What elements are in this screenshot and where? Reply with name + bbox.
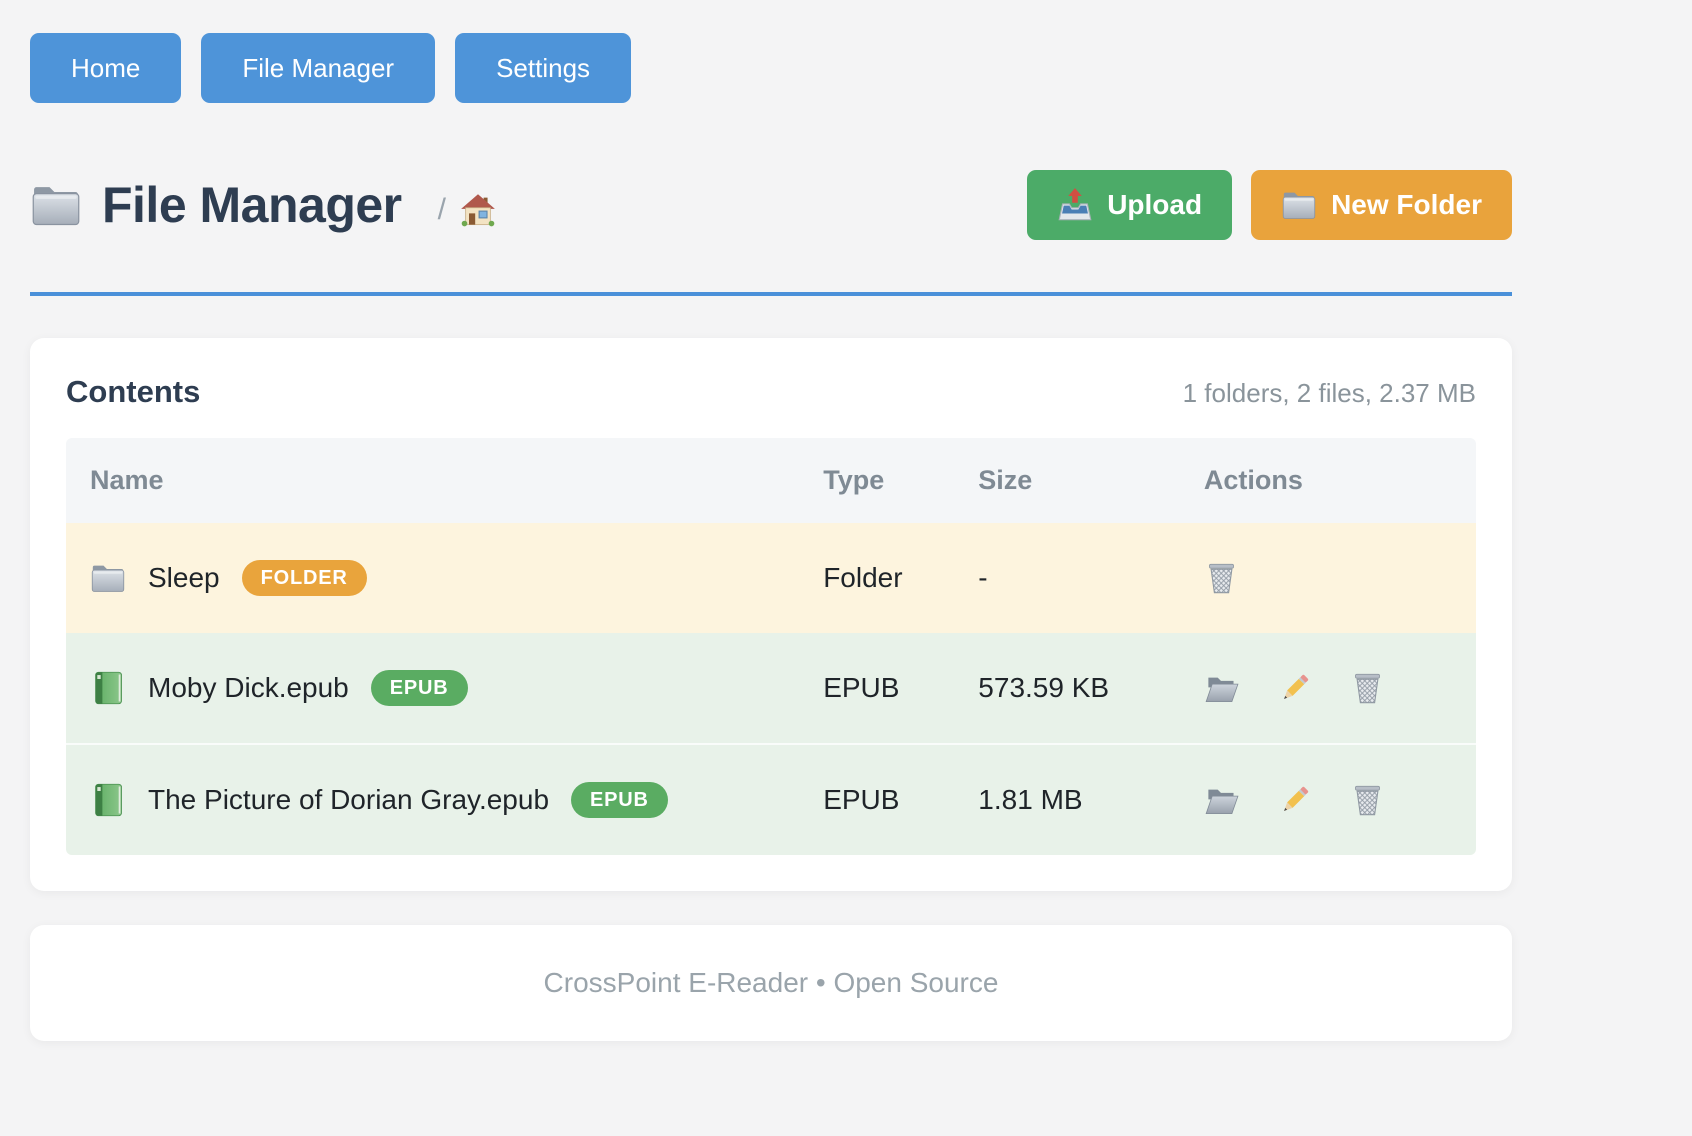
pencil-icon[interactable] <box>1277 783 1312 818</box>
column-header-size: Size <box>954 438 1180 523</box>
book-icon <box>90 782 126 818</box>
file-type: Folder <box>799 523 954 633</box>
folder-icon <box>1281 187 1317 223</box>
file-size: - <box>954 523 1180 633</box>
house-icon[interactable] <box>460 192 496 228</box>
file-size: 1.81 MB <box>954 744 1180 855</box>
breadcrumb-separator: / <box>438 183 446 227</box>
contents-card-header: Contents 1 folders, 2 files, 2.37 MB <box>66 374 1476 410</box>
upload-button[interactable]: Upload <box>1027 170 1232 240</box>
open-folder-icon[interactable] <box>1204 671 1239 706</box>
file-name[interactable]: Moby Dick.epub <box>148 672 349 704</box>
epub-badge: EPUB <box>371 670 468 706</box>
table-row-dorian-gray[interactable]: The Picture of Dorian Gray.epub EPUB EPU… <box>66 744 1476 855</box>
page-title: File Manager <box>102 176 402 234</box>
column-header-name: Name <box>66 438 799 523</box>
file-type: EPUB <box>799 633 954 744</box>
contents-summary: 1 folders, 2 files, 2.37 MB <box>1183 378 1476 409</box>
new-folder-button-label: New Folder <box>1331 189 1482 221</box>
footer-text: CrossPoint E-Reader • Open Source <box>544 967 999 999</box>
new-folder-button[interactable]: New Folder <box>1251 170 1512 240</box>
contents-card: Contents 1 folders, 2 files, 2.37 MB Nam… <box>30 338 1512 891</box>
column-header-type: Type <box>799 438 954 523</box>
folder-icon <box>90 560 126 596</box>
trash-icon[interactable] <box>1204 561 1239 596</box>
header-actions: Upload New Folder <box>1027 170 1512 240</box>
page-container: Home File Manager Settings File Manager … <box>30 0 1512 1041</box>
table-row-folder-sleep[interactable]: Sleep FOLDER Folder - <box>66 523 1476 633</box>
pencil-icon[interactable] <box>1277 671 1312 706</box>
upload-tray-icon <box>1057 187 1093 223</box>
footer-card: CrossPoint E-Reader • Open Source <box>30 925 1512 1041</box>
file-table: Name Type Size Actions Sleep FOLDER <box>66 438 1476 855</box>
file-size: 573.59 KB <box>954 633 1180 744</box>
nav-button-settings[interactable]: Settings <box>455 33 631 103</box>
title-group: File Manager / <box>30 176 496 234</box>
table-row-moby-dick[interactable]: Moby Dick.epub EPUB EPUB 573.59 KB <box>66 633 1476 744</box>
book-icon <box>90 670 126 706</box>
contents-title: Contents <box>66 374 200 410</box>
epub-badge: EPUB <box>571 782 668 818</box>
nav-button-home[interactable]: Home <box>30 33 181 103</box>
row-actions <box>1204 561 1452 596</box>
file-name[interactable]: Sleep <box>148 562 220 594</box>
column-header-actions: Actions <box>1180 438 1476 523</box>
file-type: EPUB <box>799 744 954 855</box>
folder-icon <box>30 179 82 231</box>
folder-badge: FOLDER <box>242 560 367 596</box>
trash-icon[interactable] <box>1350 671 1385 706</box>
accent-divider <box>30 292 1512 296</box>
file-name[interactable]: The Picture of Dorian Gray.epub <box>148 784 549 816</box>
trash-icon[interactable] <box>1350 783 1385 818</box>
row-actions <box>1204 783 1452 818</box>
page-header: File Manager / Upload New Folder <box>30 170 1512 240</box>
nav-button-file-manager[interactable]: File Manager <box>201 33 435 103</box>
row-actions <box>1204 671 1452 706</box>
upload-button-label: Upload <box>1107 189 1202 221</box>
open-folder-icon[interactable] <box>1204 783 1239 818</box>
table-header-row: Name Type Size Actions <box>66 438 1476 523</box>
top-nav: Home File Manager Settings <box>30 0 1512 103</box>
